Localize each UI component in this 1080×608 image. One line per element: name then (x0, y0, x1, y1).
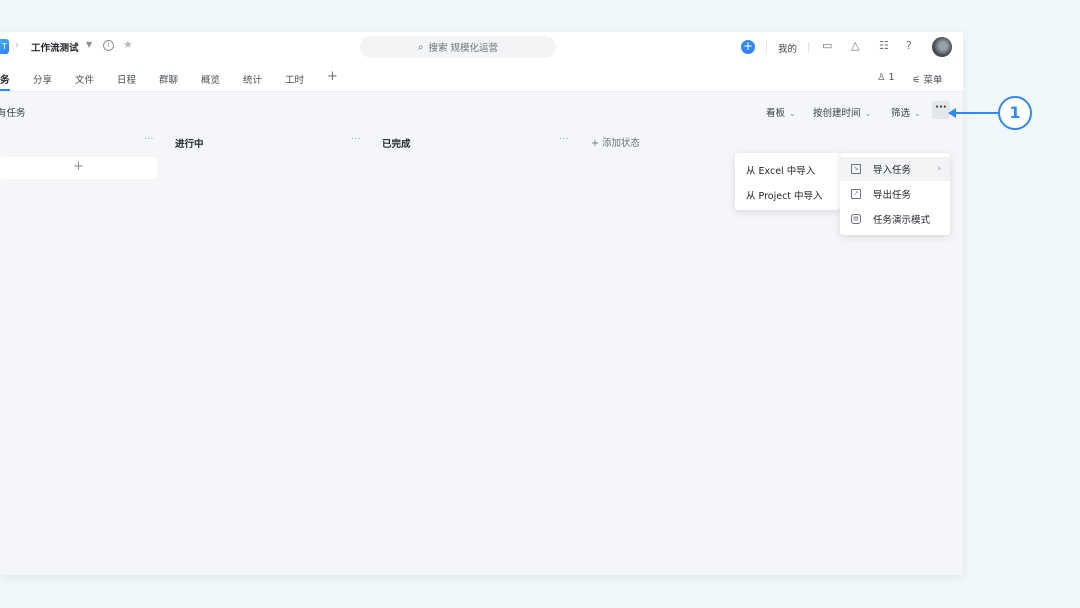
info-icon[interactable]: i (103, 40, 114, 51)
menu-item-export-tasks[interactable]: ↗ 导出任务 (840, 182, 950, 206)
callout-badge: 1 (998, 96, 1032, 130)
calendar-icon[interactable]: ▭ (822, 39, 832, 52)
column-title-in-progress: 进行中 (175, 139, 204, 150)
divider (808, 42, 809, 53)
plus-icon: + (591, 138, 602, 149)
sort-dropdown[interactable]: 按创建时间 ⌄ (813, 105, 871, 119)
project-title[interactable]: 工作流测试 (31, 40, 79, 54)
star-icon[interactable]: ★ (123, 38, 133, 51)
search-input[interactable]: ⌕ 搜索 规模化运营 (360, 36, 556, 58)
menu-item-presentation-mode[interactable]: ▤ 任务演示模式 (840, 207, 950, 231)
column-title-done: 已完成 (382, 139, 411, 150)
import-submenu: 从 Excel 中导入 从 Project 中导入 (735, 153, 840, 210)
tab-statistics[interactable]: 统计 (243, 72, 262, 86)
chevron-down-icon: ⌄ (914, 109, 921, 118)
search-placeholder: 搜索 规模化运营 (428, 43, 499, 54)
divider (766, 42, 767, 53)
tab-tasks[interactable]: 务 (0, 72, 10, 86)
app-window: T › 工作流测试 ▼ i ★ ⌕ 搜索 规模化运营 + 我的 ▭ △ ☷ ? … (0, 32, 963, 575)
avatar[interactable] (932, 37, 952, 57)
presentation-icon: ▤ (851, 214, 861, 224)
tab-group-chat[interactable]: 群聊 (159, 72, 178, 86)
import-icon: ↘ (851, 164, 861, 174)
column-options-icon[interactable]: ··· (559, 134, 569, 145)
top-bar: T › 工作流测试 ▼ i ★ ⌕ 搜索 规模化运营 + 我的 ▭ △ ☷ ? (0, 32, 963, 62)
filter-dropdown[interactable]: 筛选 ⌄ (891, 105, 921, 119)
menu-item-import-tasks[interactable]: ↘ 导入任务 › (840, 157, 950, 181)
add-task-button[interactable]: + (0, 157, 157, 179)
callout-line (952, 112, 998, 114)
view-switch[interactable]: 看板 ⌄ (766, 105, 796, 119)
import-from-excel[interactable]: 从 Excel 中导入 (746, 163, 815, 177)
breadcrumb-chevron-icon: › (15, 40, 19, 51)
tab-bar: 务 分享 文件 日程 群聊 概览 统计 工时 + ♙ 1 ⚟ 菜单 (0, 62, 963, 92)
search-icon: ⌕ (417, 41, 424, 53)
tab-share[interactable]: 分享 (33, 72, 52, 86)
chevron-down-icon: ⌄ (789, 109, 796, 118)
bell-icon[interactable]: △ (851, 39, 859, 52)
message-icon[interactable]: ☷ (879, 39, 889, 52)
member-count[interactable]: ♙ 1 (877, 72, 895, 83)
caret-down-icon[interactable]: ▼ (86, 40, 92, 49)
chevron-right-icon: › (937, 164, 941, 174)
export-icon: ↗ (851, 189, 861, 199)
task-filter-label[interactable]: 有任务 (0, 105, 26, 119)
add-button[interactable]: + (741, 40, 755, 54)
add-tab-icon[interactable]: + (327, 69, 338, 84)
column-options-icon[interactable]: ··· (144, 134, 154, 145)
tab-worktime[interactable]: 工时 (285, 72, 304, 86)
import-from-project[interactable]: 从 Project 中导入 (746, 188, 823, 202)
tab-overview[interactable]: 概览 (201, 72, 220, 86)
help-icon[interactable]: ? (906, 39, 912, 52)
more-options-menu: ↘ 导入任务 › ↗ 导出任务 ▤ 任务演示模式 (840, 153, 950, 235)
tab-files[interactable]: 文件 (75, 72, 94, 86)
add-status-button[interactable]: + 添加状态 (591, 135, 640, 149)
active-tab-indicator (0, 89, 10, 91)
menu-button[interactable]: ⚟ 菜单 (912, 72, 943, 86)
settings-sliders-icon: ⚟ (912, 75, 924, 86)
members-icon: ♙ (877, 72, 889, 83)
app-logo-icon[interactable]: T (0, 39, 9, 54)
mine-link[interactable]: 我的 (778, 41, 797, 55)
chevron-down-icon: ⌄ (864, 109, 872, 118)
tab-schedule[interactable]: 日程 (117, 72, 136, 86)
column-options-icon[interactable]: ··· (351, 134, 361, 145)
